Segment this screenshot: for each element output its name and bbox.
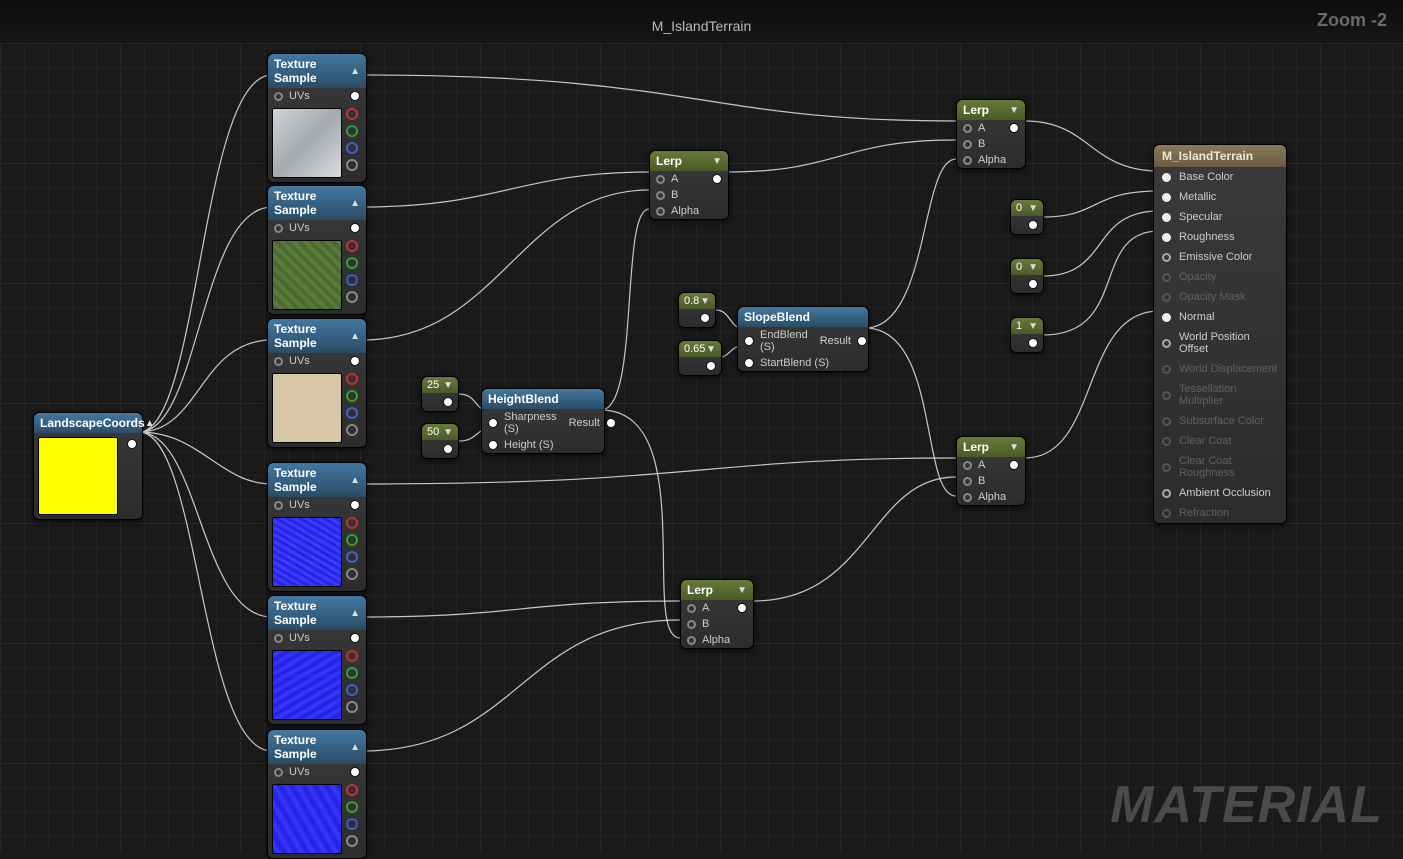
input-pin xyxy=(1162,463,1171,472)
const-1[interactable]: 1▼ xyxy=(1010,317,1044,353)
landscape-preview xyxy=(38,437,118,515)
input-pin xyxy=(1162,417,1171,426)
result-pin-emissive-color[interactable]: Emissive Color xyxy=(1154,247,1286,267)
landscape-coords-node[interactable]: LandscapeCoords▲ xyxy=(33,412,143,520)
input-pin xyxy=(1162,437,1171,446)
result-pin-ambient-occlusion[interactable]: Ambient Occlusion xyxy=(1154,483,1286,503)
input-pin[interactable] xyxy=(1162,193,1171,202)
result-pin-clear-coat: Clear Coat xyxy=(1154,431,1286,451)
output-pin[interactable] xyxy=(712,174,722,184)
texture-sample-2[interactable]: Texture Sample▲ UVs xyxy=(267,185,367,315)
result-pin-subsurface-color: Subsurface Color xyxy=(1154,411,1286,431)
lerp-node-4[interactable]: Lerp▼ A B Alpha xyxy=(680,579,754,649)
result-pin-specular[interactable]: Specular xyxy=(1154,207,1286,227)
const-0-a[interactable]: 0▼ xyxy=(1010,199,1044,235)
result-pin-world-displacement: World Displacement xyxy=(1154,359,1286,379)
const-0-b[interactable]: 0▼ xyxy=(1010,258,1044,294)
texture-sample-5[interactable]: Texture Sample▲ UVs xyxy=(267,595,367,725)
result-pin-base-color[interactable]: Base Color xyxy=(1154,167,1286,187)
rgb-pin[interactable] xyxy=(350,91,360,101)
r-pin[interactable] xyxy=(346,108,358,120)
result-title: M_IslandTerrain xyxy=(1154,145,1286,167)
input-pin xyxy=(1162,391,1171,400)
a-pin[interactable] xyxy=(346,159,358,171)
const-50[interactable]: 50▼ xyxy=(421,423,459,459)
lerp-node-2[interactable]: Lerp▼ A B Alpha xyxy=(956,99,1026,169)
result-pin-opacity: Opacity xyxy=(1154,267,1286,287)
input-pin[interactable] xyxy=(1162,489,1171,498)
input-pin[interactable] xyxy=(1162,339,1171,348)
input-pin xyxy=(1162,365,1171,374)
graph-title: M_IslandTerrain xyxy=(0,18,1403,34)
lerp-node-1[interactable]: Lerp▼ A B Alpha xyxy=(649,150,729,220)
g-pin[interactable] xyxy=(346,125,358,137)
input-pin xyxy=(1162,273,1171,282)
const-0-8[interactable]: 0.8▼ xyxy=(678,292,716,328)
const-25[interactable]: 25▼ xyxy=(421,376,459,412)
result-pin-world-position-offset[interactable]: World Position Offset xyxy=(1154,327,1286,359)
const-0-65[interactable]: 0.65▼ xyxy=(678,340,722,376)
result-pin-tessellation-multiplier: Tessellation Multiplier xyxy=(1154,379,1286,411)
result-pin-clear-coat-roughness: Clear Coat Roughness xyxy=(1154,451,1286,483)
landscape-title: LandscapeCoords xyxy=(40,416,145,430)
zoom-label: Zoom -2 xyxy=(1317,10,1387,31)
input-pin[interactable] xyxy=(1162,313,1171,322)
result-pin-refraction: Refraction xyxy=(1154,503,1286,523)
result-pin-metallic[interactable]: Metallic xyxy=(1154,187,1286,207)
input-pin xyxy=(1162,293,1171,302)
watermark-label: MATERIAL xyxy=(1110,775,1383,835)
texture-sample-4[interactable]: Texture Sample▲ UVs xyxy=(267,462,367,592)
result-pin-opacity-mask: Opacity Mask xyxy=(1154,287,1286,307)
result-pin-roughness[interactable]: Roughness xyxy=(1154,227,1286,247)
input-pin[interactable] xyxy=(1162,173,1171,182)
output-pin[interactable] xyxy=(127,439,137,449)
material-result-node[interactable]: M_IslandTerrain Base ColorMetallicSpecul… xyxy=(1153,144,1287,524)
lerp-node-3[interactable]: Lerp▼ A B Alpha xyxy=(956,436,1026,506)
collapse-icon[interactable]: ▲ xyxy=(145,418,155,429)
heightblend-node[interactable]: HeightBlend Sharpness (S)Result Height (… xyxy=(481,388,605,454)
slopeblend-node[interactable]: SlopeBlend EndBlend (S)Result StartBlend… xyxy=(737,306,869,372)
input-pin xyxy=(1162,509,1171,518)
input-pin[interactable] xyxy=(1162,253,1171,262)
texture-sample-3[interactable]: Texture Sample▲ UVs xyxy=(267,318,367,448)
texture-sample-1[interactable]: Texture Sample▲ UVs xyxy=(267,53,367,183)
input-pin[interactable] xyxy=(1162,213,1171,222)
result-pin-normal[interactable]: Normal xyxy=(1154,307,1286,327)
input-pin[interactable] xyxy=(1162,233,1171,242)
texture-preview xyxy=(272,108,342,178)
texture-sample-6[interactable]: Texture Sample▲ UVs xyxy=(267,729,367,859)
b-pin[interactable] xyxy=(346,142,358,154)
